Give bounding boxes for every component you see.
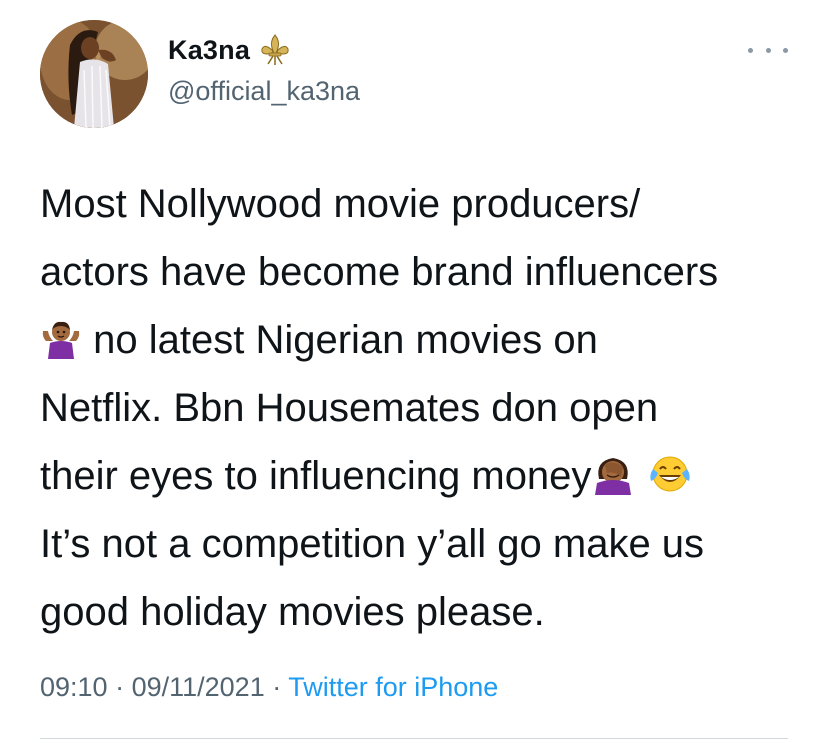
tweet-text-line: It’s not a competition y’all go make us [40, 522, 705, 566]
more-dot [748, 47, 753, 53]
tweet-text-line: no latest Nigerian movies on [40, 306, 800, 374]
avatar[interactable] [40, 20, 148, 128]
person-facepalming-emoji [595, 458, 632, 495]
display-name[interactable]: Ka3na [168, 35, 250, 66]
profile-photo-icon [40, 20, 148, 128]
meta-separator: · [264, 672, 289, 702]
face-with-tears-of-joy-emoji [649, 456, 690, 492]
tweet: Ka3na @official_ka3na Most Nollywood mov… [0, 0, 828, 743]
tweet-text-line: Netflix. Bbn Housemates don open [40, 386, 659, 430]
more-options-icon[interactable] [748, 40, 788, 60]
tweet-text-line: good holiday movies please. [40, 590, 545, 634]
tweet-time[interactable]: 09:10 [40, 672, 108, 702]
more-dot [783, 47, 788, 53]
tweet-text-fragment: their eyes to influencing money [40, 454, 592, 498]
author-handle[interactable]: @official_ka3na [168, 76, 360, 107]
tweet-text-line: their eyes to influencing money [40, 442, 800, 510]
fleur-de-lis-icon [261, 34, 289, 65]
author-name-row: Ka3na [168, 30, 290, 70]
tweet-text-line: Most Nollywood movie producers/ [40, 182, 641, 226]
meta-separator: · [107, 672, 132, 702]
tweet-text-line: actors have become brand influencers [40, 250, 719, 294]
person-shrugging-emoji [42, 321, 80, 359]
more-dot [765, 47, 771, 53]
tweet-date[interactable]: 09/11/2021 [132, 672, 265, 702]
tweet-source-link[interactable]: Twitter for iPhone [288, 672, 498, 702]
tweet-text: Most Nollywood movie producers/ actors h… [40, 170, 800, 646]
tweet-meta: 09:10 · 09/11/2021 · Twitter for iPhone [40, 672, 498, 703]
tweet-text-fragment: no latest Nigerian movies on [82, 318, 598, 362]
divider [40, 738, 788, 739]
